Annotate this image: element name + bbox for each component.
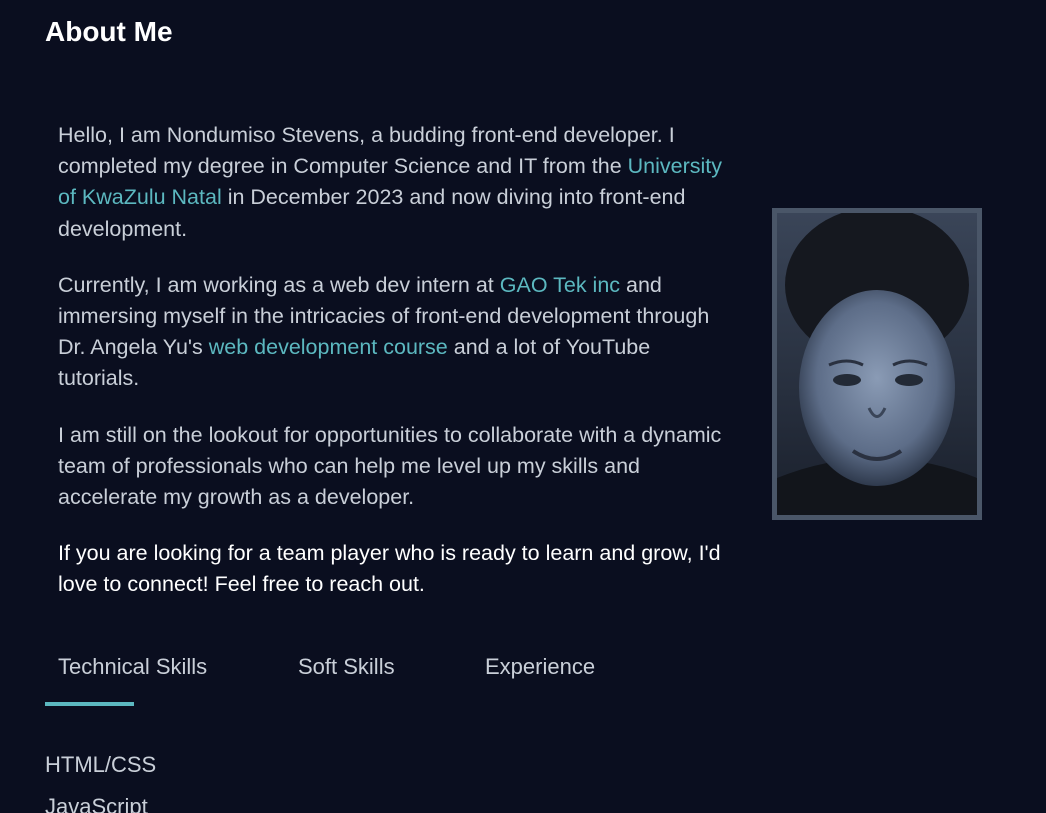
list-item: HTML/CSS bbox=[45, 752, 157, 777]
page-title: About Me bbox=[45, 16, 173, 47]
bio-text-segment: Currently, I am working as a web dev int… bbox=[58, 272, 500, 297]
portrait-image bbox=[777, 213, 977, 515]
tab-soft-skills[interactable]: Soft Skills bbox=[298, 650, 395, 684]
course-link[interactable]: web development course bbox=[209, 335, 448, 359]
active-tab-indicator bbox=[45, 702, 134, 706]
tab-experience[interactable]: Experience bbox=[485, 650, 595, 684]
profile-photo bbox=[772, 208, 982, 520]
about-section: About Me Hello, I am Nondumiso Stevens, … bbox=[0, 0, 1046, 813]
skills-list: HTML/CSS JavaScript bbox=[45, 744, 156, 813]
bio-paragraph-cta: If you are looking for a team player who… bbox=[58, 541, 721, 597]
bio-text-segment: Hello, I am Nondumiso Stevens, a budding… bbox=[58, 123, 675, 179]
skills-tabs: Technical Skills Soft Skills Experience bbox=[45, 650, 745, 706]
bio-paragraph-3: I am still on the lookout for opportunit… bbox=[58, 422, 722, 510]
gao-tek-link[interactable]: GAO Tek inc bbox=[500, 273, 620, 297]
tab-technical-skills[interactable]: Technical Skills bbox=[58, 650, 207, 684]
list-item: JavaScript bbox=[45, 794, 148, 813]
bio-text: Hello, I am Nondumiso Stevens, a budding… bbox=[58, 120, 728, 626]
bio-paragraph-2: Currently, I am working as a web dev int… bbox=[58, 270, 728, 395]
bio-paragraph-1: Hello, I am Nondumiso Stevens, a budding… bbox=[58, 120, 728, 245]
